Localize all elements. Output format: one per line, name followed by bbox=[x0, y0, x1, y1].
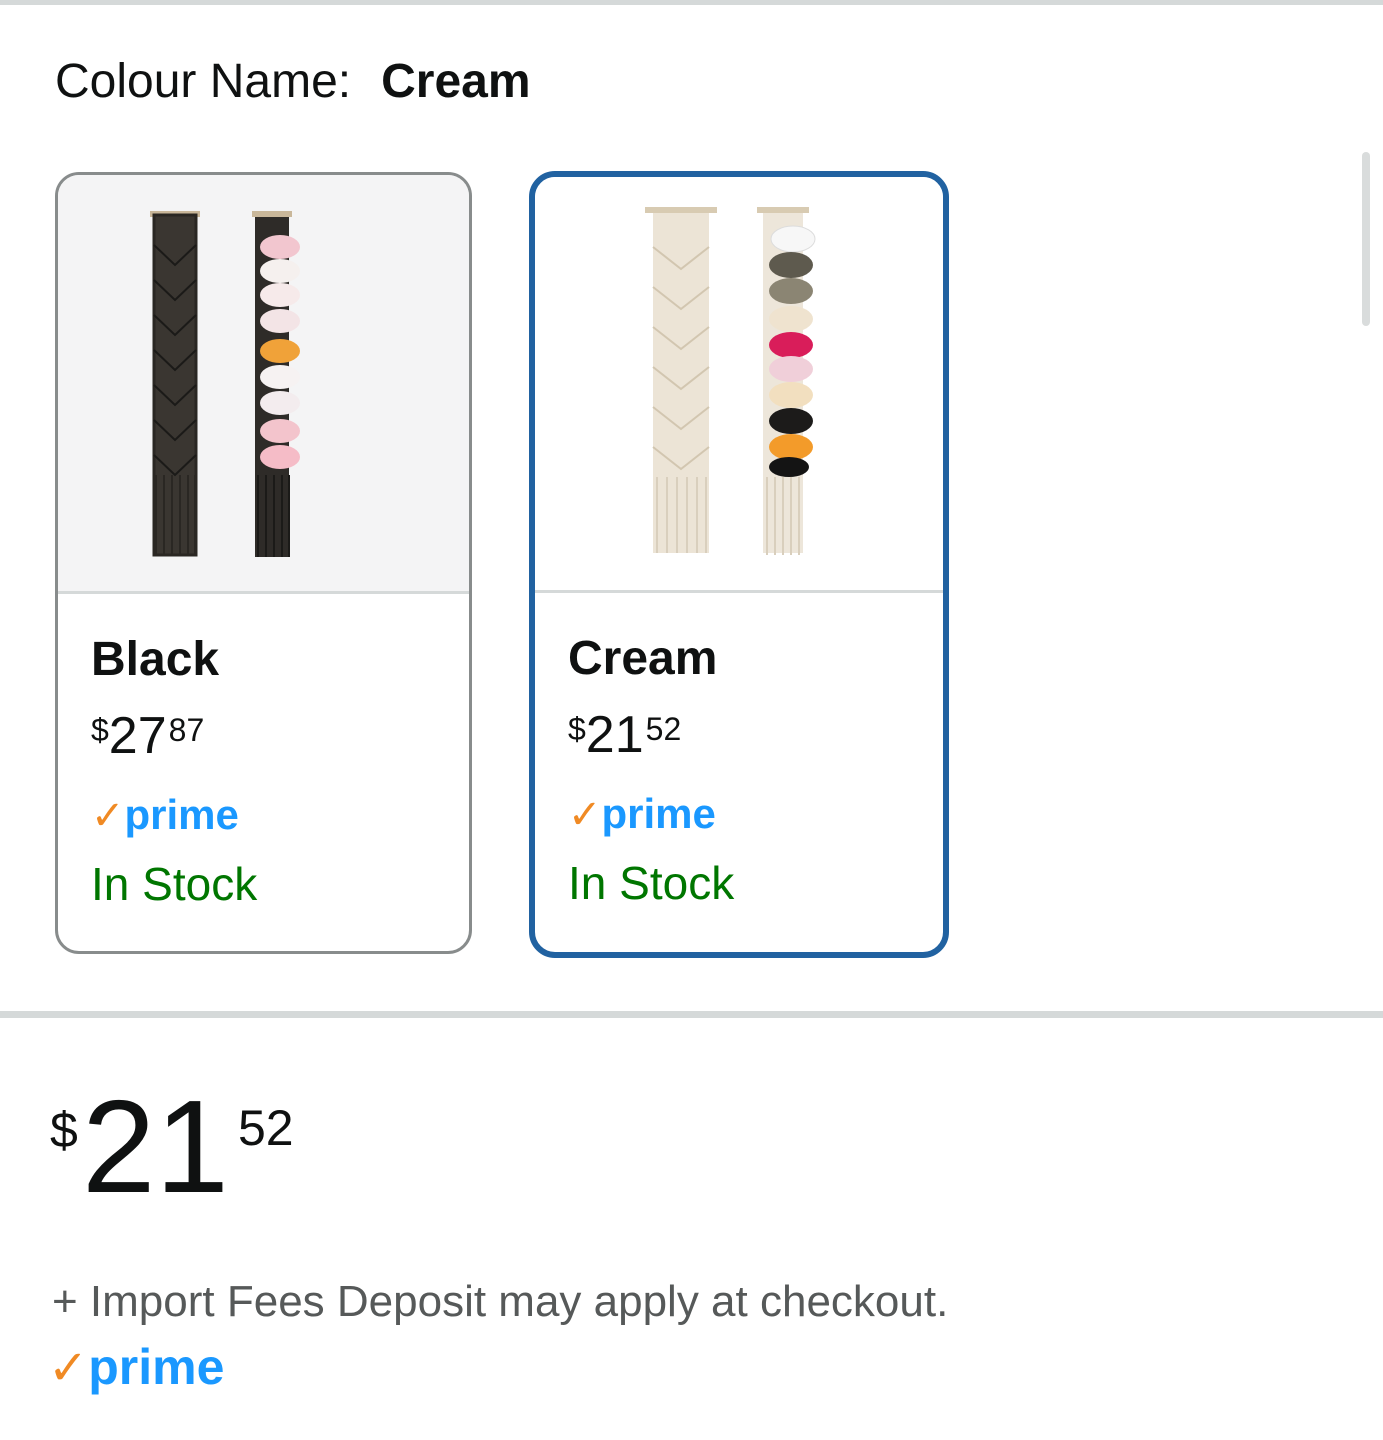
cream-macrame-hat-holder-image bbox=[535, 177, 943, 593]
prime-check-icon: ✓ bbox=[568, 793, 602, 837]
swatch-name: Cream bbox=[568, 632, 718, 685]
prime-label: prime bbox=[88, 1339, 225, 1395]
prime-badge-main: ✓prime bbox=[48, 1336, 224, 1400]
colour-name-value: Cream bbox=[381, 55, 531, 108]
prime-check-icon: ✓ bbox=[91, 794, 125, 838]
top-divider bbox=[0, 0, 1383, 5]
import-fees-note: + Import Fees Deposit may apply at check… bbox=[52, 1277, 949, 1326]
prime-badge: ✓prime bbox=[91, 790, 239, 841]
price-fraction: 87 bbox=[168, 712, 205, 748]
scrollbar-thumb[interactable] bbox=[1362, 152, 1370, 326]
stock-status: In Stock bbox=[568, 857, 735, 909]
swatch-name: Black bbox=[91, 633, 220, 686]
prime-label: prime bbox=[601, 790, 716, 837]
prime-label: prime bbox=[124, 791, 239, 838]
stock-status: In Stock bbox=[91, 858, 258, 910]
price-currency-symbol: $ bbox=[568, 711, 586, 747]
colour-name-row: Colour Name: Cream bbox=[55, 52, 531, 112]
prime-check-icon: ✓ bbox=[48, 1342, 89, 1395]
section-divider bbox=[0, 1011, 1383, 1018]
black-macrame-hat-holder-image bbox=[58, 175, 469, 594]
price-whole: 27 bbox=[108, 707, 167, 765]
price-fraction: 52 bbox=[645, 711, 682, 747]
price-whole: 21 bbox=[585, 706, 644, 764]
prime-badge: ✓prime bbox=[568, 789, 716, 840]
colour-name-label: Colour Name: bbox=[55, 55, 352, 108]
price-currency-symbol: $ bbox=[91, 712, 109, 748]
main-price-fraction: 52 bbox=[238, 1100, 294, 1156]
swatch-price: $2787 bbox=[91, 706, 204, 766]
swatch-price: $2152 bbox=[568, 705, 681, 765]
main-price-whole: 21 bbox=[82, 1073, 229, 1220]
swatch-black[interactable]: Black $2787 ✓prime In Stock bbox=[55, 172, 472, 954]
swatch-cream[interactable]: Cream $2152 ✓prime In Stock bbox=[529, 171, 949, 958]
main-price-currency-symbol: $ bbox=[50, 1102, 78, 1158]
